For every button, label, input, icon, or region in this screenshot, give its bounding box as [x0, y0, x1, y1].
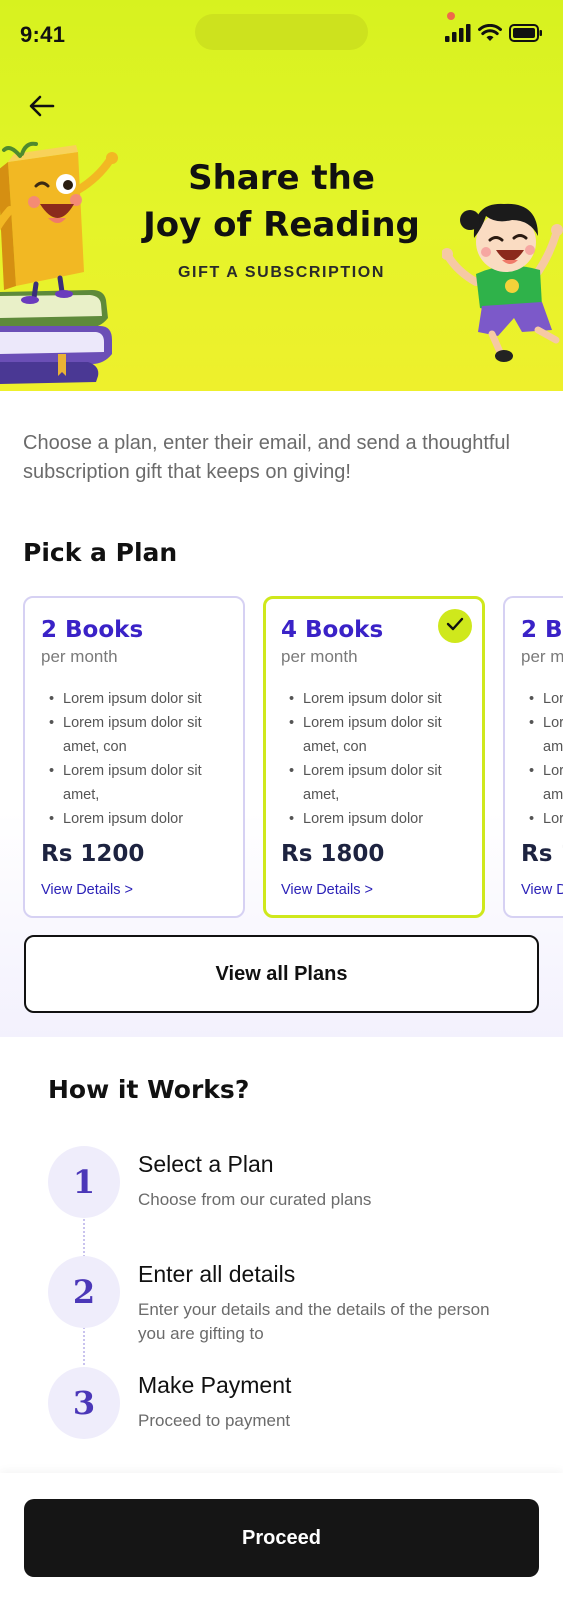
- view-details-link[interactable]: View Details >: [521, 882, 563, 898]
- status-bar: 9:41: [0, 0, 563, 64]
- plan-feature: Lorem ipsum dolor sit: [49, 687, 227, 711]
- step-title: Select a Plan: [138, 1151, 274, 1177]
- privacy-indicator-dot: [447, 12, 455, 20]
- plan-feature: Lorem ipsum dolor sit: [529, 687, 563, 711]
- signal-icon: [445, 23, 471, 47]
- back-arrow-icon: [29, 95, 55, 122]
- step-description: Choose from our curated plans: [138, 1190, 372, 1209]
- plan-feature: Lorem ipsum dolor: [529, 807, 563, 831]
- plan-features: Lorem ipsum dolor sit Lorem ipsum dolor …: [281, 687, 467, 831]
- plan-name: 2 Books: [521, 617, 563, 643]
- plan-card[interactable]: 2 Books per month Lorem ipsum dolor sit …: [23, 596, 245, 918]
- plans-track: 2 Books per month Lorem ipsum dolor sit …: [23, 596, 563, 918]
- plan-frequency: per month: [521, 647, 563, 666]
- plan-frequency: per month: [41, 647, 118, 666]
- hero-banner: 9:41 Share the Joy of Reading GIFT A SUB…: [0, 0, 563, 391]
- plan-feature: Lorem ipsum dolor sit amet, con: [529, 711, 563, 759]
- plan-features: Lorem ipsum dolor sit Lorem ipsum dolor …: [41, 687, 227, 831]
- plan-feature: Lorem ipsum dolor sit amet,: [49, 759, 227, 807]
- view-details-link[interactable]: View Details >: [281, 882, 373, 898]
- hero-title: Share the Joy of Reading: [0, 155, 563, 249]
- step-number: 3: [48, 1367, 120, 1439]
- plan-price: Rs 1800: [281, 841, 385, 867]
- plan-feature: Lorem ipsum dolor sit amet, con: [49, 711, 227, 759]
- proceed-button[interactable]: Proceed: [24, 1499, 539, 1577]
- check-icon: [446, 617, 464, 636]
- view-details-link[interactable]: View Details >: [41, 882, 133, 898]
- step-description: Proceed to payment: [138, 1411, 291, 1430]
- plans-carousel[interactable]: 2 Books per month Lorem ipsum dolor sit …: [23, 596, 563, 918]
- dynamic-island: [195, 14, 368, 50]
- plan-feature: Lorem ipsum dolor: [289, 807, 467, 831]
- plan-feature: Lorem ipsum dolor sit amet, con: [289, 711, 467, 759]
- back-button[interactable]: [22, 88, 62, 128]
- pick-plan-title: Pick a Plan: [23, 538, 178, 567]
- plan-feature: Lorem ipsum dolor sit amet,: [529, 759, 563, 807]
- plan-card[interactable]: 2 Books per month Lorem ipsum dolor sit …: [503, 596, 563, 918]
- status-time: 9:41: [20, 22, 66, 47]
- status-icons: [445, 23, 543, 47]
- step-title: Make Payment: [138, 1372, 292, 1398]
- step-description: Enter your details and the details of th…: [138, 1300, 490, 1343]
- battery-icon: [509, 23, 543, 47]
- step-number: 2: [48, 1256, 120, 1328]
- view-all-plans-button[interactable]: View all Plans: [24, 935, 539, 1013]
- selected-badge: [438, 609, 472, 643]
- plan-name: 2 Books: [41, 617, 144, 643]
- plan-features: Lorem ipsum dolor sit Lorem ipsum dolor …: [521, 687, 563, 831]
- step-number: 1: [48, 1146, 120, 1218]
- hero-title-line2: Joy of Reading: [143, 205, 420, 245]
- plan-feature: Lorem ipsum dolor: [49, 807, 227, 831]
- plan-price: Rs 1200: [521, 841, 563, 867]
- wifi-icon: [478, 23, 502, 47]
- hero-title-line1: Share the: [188, 158, 375, 198]
- intro-text: Choose a plan, enter their email, and se…: [23, 432, 510, 483]
- plan-frequency: per month: [281, 647, 358, 666]
- hero-subtitle: GIFT A SUBSCRIPTION: [178, 264, 385, 281]
- how-it-works-title: How it Works?: [48, 1075, 250, 1104]
- plan-feature: Lorem ipsum dolor sit amet,: [289, 759, 467, 807]
- plan-card-selected[interactable]: 4 Books per month Lorem ipsum dolor sit …: [263, 596, 485, 918]
- plan-feature: Lorem ipsum dolor sit: [289, 687, 467, 711]
- step-title: Enter all details: [138, 1261, 296, 1287]
- plan-price: Rs 1200: [41, 841, 145, 867]
